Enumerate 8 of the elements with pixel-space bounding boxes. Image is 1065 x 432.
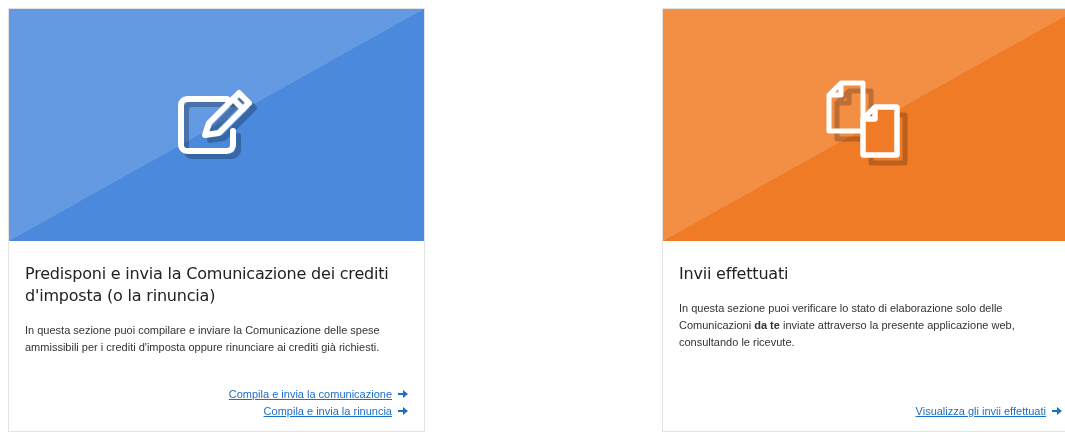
card-description: In questa sezione puoi compilare e inviare la Comunicazione delle spese ammissibili per i crediti d'imposta oppure rinunciare ai crediti già richiesti. — [25, 323, 381, 355]
card-title: Invii effettuati — [679, 263, 790, 285]
card-link[interactable]: Compila e invia la comunicazione — [228, 386, 408, 402]
arrow-right-icon — [1052, 406, 1062, 416]
card-description: In questa sezione puoi verificare lo stato di elaborazione solo delle Comunicazioni da te inviate attraverso la presente applicazione web, consultando le ricevute. — [679, 301, 1016, 350]
card-link[interactable]: Visualizza gli invii effettuati — [915, 403, 1062, 419]
card-title: Predisponi e invia la Comunicazione dei crediti d'imposta (o la rinuncia) — [25, 263, 390, 307]
card-link[interactable]: Compila e invia la rinuncia — [263, 403, 408, 419]
